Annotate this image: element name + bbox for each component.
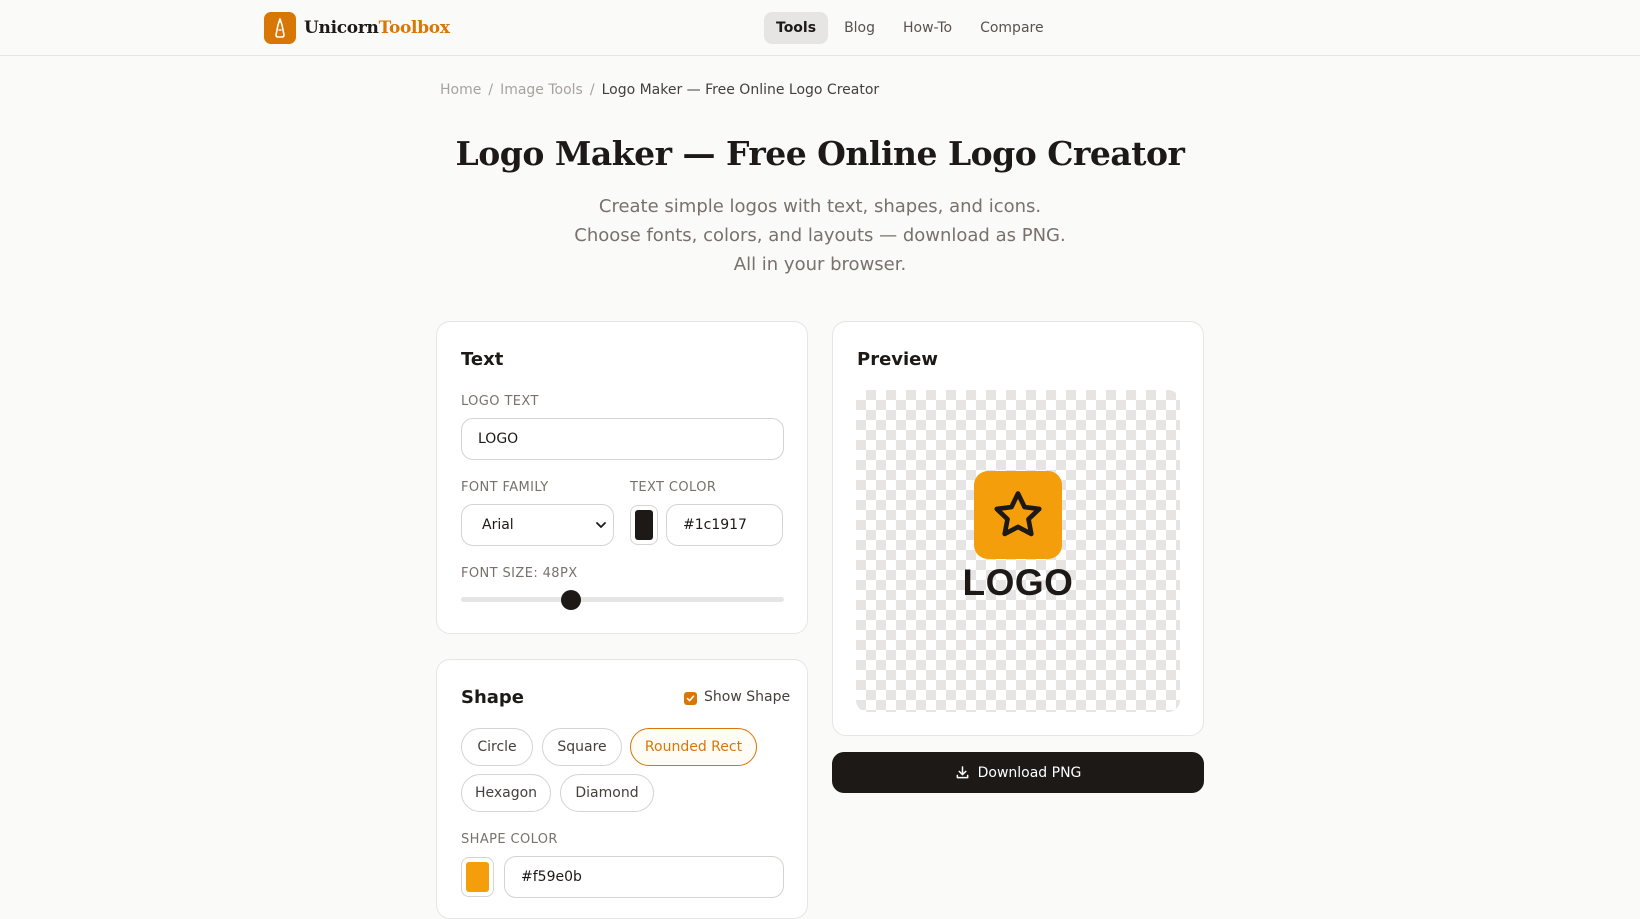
text-color-input[interactable]: #1c1917 [666, 504, 783, 546]
font-size-slider-thumb[interactable] [560, 590, 581, 610]
page-title: Logo Maker — Free Online Logo Creator [455, 134, 1185, 173]
breadcrumb-separator: / [488, 82, 494, 98]
brand-name-accent: Toolbox [378, 18, 450, 38]
breadcrumb-home[interactable]: Home [440, 82, 481, 98]
logo-text-input[interactable]: LOGO [461, 418, 784, 460]
logo-text-label: LOGO TEXT [461, 394, 539, 409]
font-family-value: Arial [482, 517, 514, 533]
main-nav: Tools Blog How-To Compare [764, 12, 1060, 44]
shape-color-swatch-fill [466, 862, 489, 892]
text-settings-card: Text LOGO TEXT LOGO FONT FAMILY Arial TE… [436, 321, 808, 634]
shape-color-swatch[interactable] [461, 857, 494, 897]
logo-preview-text: LOGO [962, 562, 1074, 603]
download-button-label: Download PNG [977, 764, 1082, 781]
logo-shape-rounded-rect [974, 471, 1062, 559]
shape-option-hexagon[interactable]: Hexagon [461, 774, 551, 812]
nav-tools[interactable]: Tools [764, 12, 829, 44]
breadcrumb-image-tools[interactable]: Image Tools [500, 82, 583, 98]
text-color-label: TEXT COLOR [630, 480, 717, 495]
download-png-button[interactable]: Download PNG [832, 752, 1204, 793]
shape-color-input[interactable]: #f59e0b [504, 856, 784, 898]
breadcrumb-separator: / [589, 82, 595, 98]
font-family-select[interactable]: Arial [461, 504, 614, 546]
preview-canvas: LOGO [856, 390, 1180, 712]
brand-name: UnicornToolbox [304, 18, 450, 38]
check-icon [686, 695, 695, 702]
preview-title: Preview [857, 349, 939, 370]
nav-blog[interactable]: Blog [832, 12, 887, 44]
nav-compare[interactable]: Compare [968, 12, 1056, 44]
unicorn-logo-icon [264, 12, 296, 44]
download-icon [956, 766, 968, 779]
breadcrumb-current: Logo Maker — Free Online Logo Creator [601, 82, 880, 98]
shape-card-title: Shape [461, 687, 525, 708]
shape-color-label: SHAPE COLOR [461, 832, 558, 847]
font-size-label: FONT SIZE: 48PX [461, 566, 578, 581]
top-navbar: UnicornToolbox Tools Blog How-To Compare [0, 0, 1640, 56]
brand-link[interactable]: UnicornToolbox [264, 12, 450, 44]
shape-option-rounded-rect[interactable]: Rounded Rect [630, 728, 757, 766]
show-shape-checkbox[interactable] [684, 692, 697, 705]
font-family-label: FONT FAMILY [461, 480, 549, 495]
page-description: Create simple logos with text, shapes, a… [574, 196, 1066, 275]
shape-option-circle[interactable]: Circle [461, 728, 533, 766]
star-icon [994, 491, 1042, 537]
shape-option-diamond[interactable]: Diamond [560, 774, 654, 812]
font-size-slider[interactable] [461, 597, 784, 602]
chevron-down-icon [596, 522, 606, 528]
text-color-swatch[interactable] [630, 505, 658, 545]
nav-how-to[interactable]: How-To [891, 12, 964, 44]
text-card-title: Text [461, 349, 504, 370]
shape-settings-card: Shape Show Shape Circle Square Rounded R… [436, 659, 808, 919]
breadcrumb: Home / Image Tools / Logo Maker — Free O… [440, 82, 879, 98]
shape-option-square[interactable]: Square [542, 728, 622, 766]
brand-name-main: Unicorn [304, 18, 379, 38]
show-shape-label: Show Shape [704, 689, 791, 705]
text-color-swatch-fill [635, 510, 653, 540]
